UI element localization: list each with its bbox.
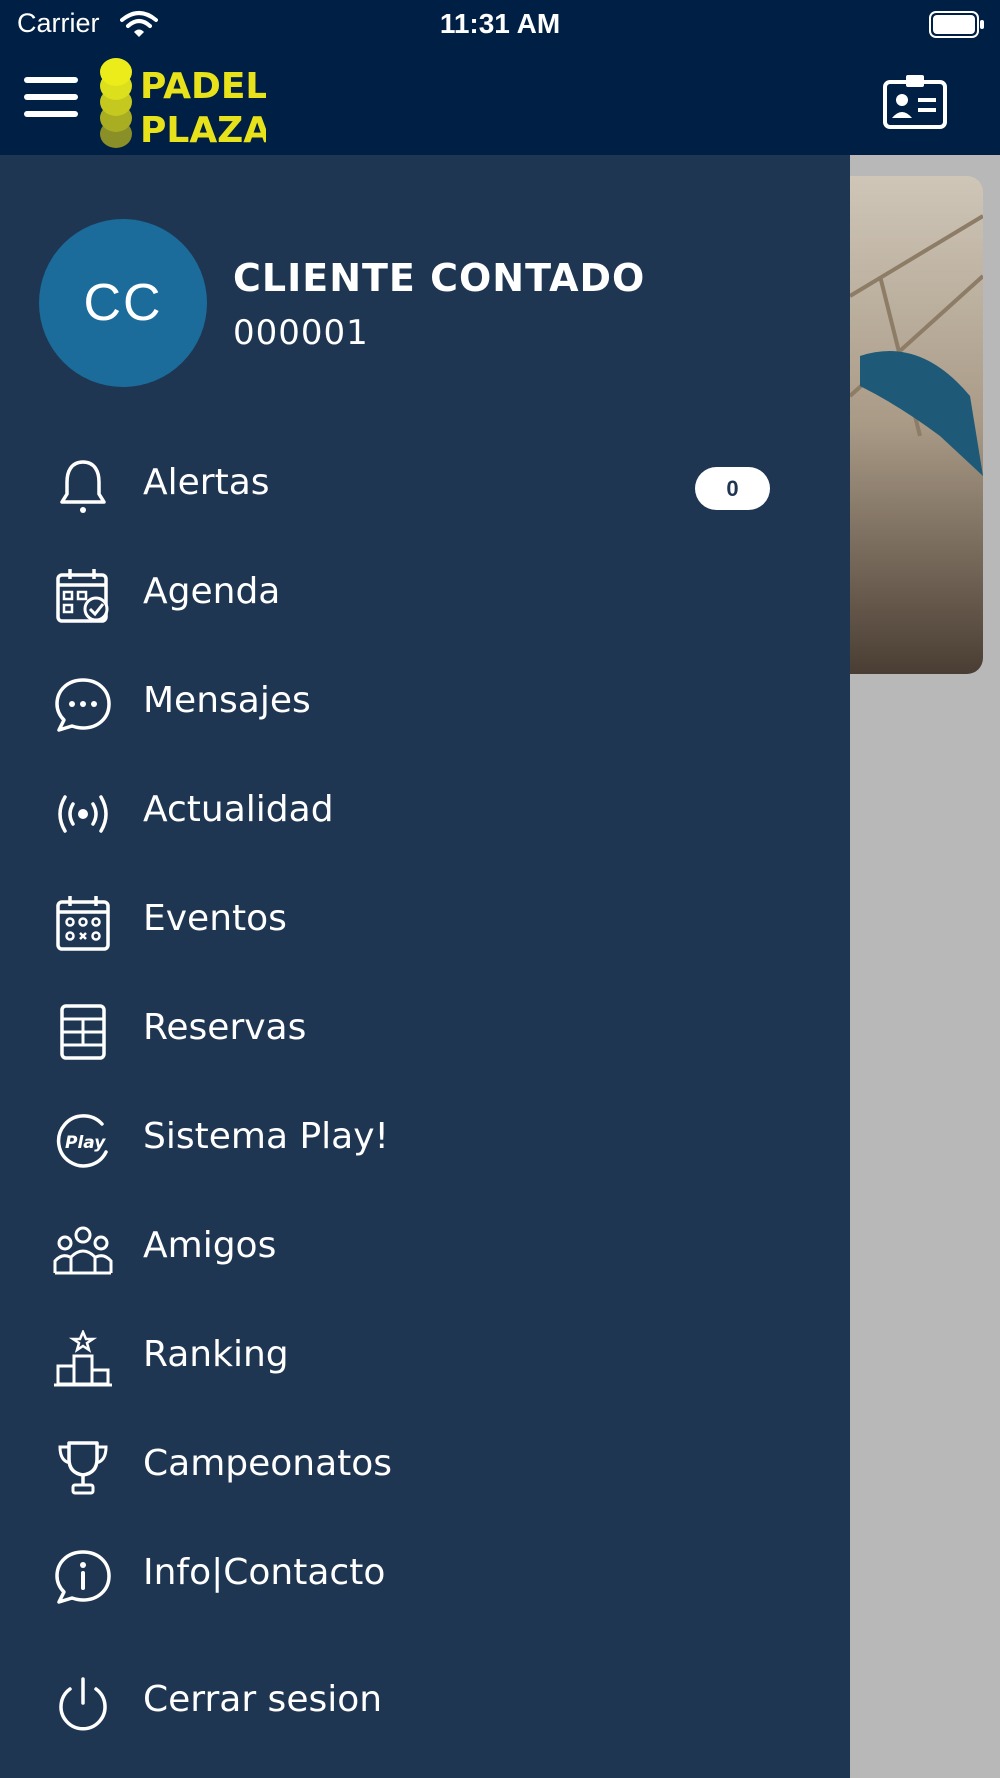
power-icon <box>59 1677 107 1731</box>
bell-icon <box>60 460 106 513</box>
contact-card-icon[interactable] <box>882 72 948 130</box>
menu-label-campeonatos: Campeonatos <box>143 1443 393 1484</box>
menu-label-alertas: Alertas <box>143 462 270 503</box>
calendar-grid-icon <box>56 896 110 951</box>
menu-item-eventos[interactable]: Eventos <box>0 876 850 968</box>
menu-label-actualidad: Actualidad <box>143 789 334 830</box>
logo-line1: PADEL <box>140 66 266 107</box>
user-code: 000001 <box>233 313 369 353</box>
menu-item-campeonatos[interactable]: Campeonatos <box>0 1421 850 1513</box>
menu-label-agenda: Agenda <box>143 571 281 612</box>
info-chat-icon <box>55 1550 111 1604</box>
padel-plaza-logo: PADEL PLAZA <box>100 58 266 150</box>
trophy-icon <box>58 1441 108 1495</box>
status-bar: Carrier 11:31 AM <box>0 0 1000 50</box>
menu-item-info-contacto[interactable]: Info|Contacto <box>0 1530 850 1622</box>
play-icon: Play <box>56 1114 108 1168</box>
friends-icon <box>53 1226 113 1275</box>
menu-item-cerrar-sesion[interactable]: Cerrar sesion <box>0 1657 850 1749</box>
menu-label-cerrar-sesion: Cerrar sesion <box>143 1679 383 1720</box>
menu-item-sistema-play[interactable]: Play Sistema Play! <box>0 1094 850 1186</box>
menu-label-amigos: Amigos <box>143 1225 277 1266</box>
court-icon <box>60 1004 106 1060</box>
avatar[interactable]: CC <box>39 219 207 387</box>
user-name: CLIENTE CONTADO <box>233 256 646 300</box>
menu-label-ranking: Ranking <box>143 1334 289 1375</box>
alerts-count-badge: 0 <box>695 467 770 510</box>
broadcast-icon <box>58 795 108 833</box>
battery-icon <box>929 11 984 38</box>
hamburger-icon[interactable] <box>20 73 82 121</box>
chat-bubble-icon <box>55 678 111 732</box>
menu-label-sistema-play: Sistema Play! <box>143 1116 389 1157</box>
svg-text:Play: Play <box>65 1133 106 1153</box>
menu-item-amigos[interactable]: Amigos <box>0 1203 850 1295</box>
menu-item-actualidad[interactable]: Actualidad <box>0 767 850 859</box>
menu-label-mensajes: Mensajes <box>143 680 311 721</box>
menu-item-alertas[interactable]: Alertas 0 <box>0 440 850 532</box>
menu-item-agenda[interactable]: Agenda <box>0 549 850 641</box>
menu-label-reservas: Reservas <box>143 1007 307 1048</box>
podium-icon <box>54 1330 112 1387</box>
navigation-drawer: CC CLIENTE CONTADO 000001 Alertas 0 Agen… <box>0 155 850 1778</box>
app-header: PADEL PLAZA <box>0 50 1000 155</box>
menu-label-eventos: Eventos <box>143 898 287 939</box>
logo-line2: PLAZA <box>140 110 266 150</box>
menu-label-info-contacto: Info|Contacto <box>143 1552 386 1593</box>
status-time: 11:31 AM <box>439 8 561 39</box>
menu-item-mensajes[interactable]: Mensajes <box>0 658 850 750</box>
calendar-check-icon <box>56 569 109 623</box>
menu-item-ranking[interactable]: Ranking <box>0 1312 850 1404</box>
menu-item-reservas[interactable]: Reservas <box>0 985 850 1077</box>
